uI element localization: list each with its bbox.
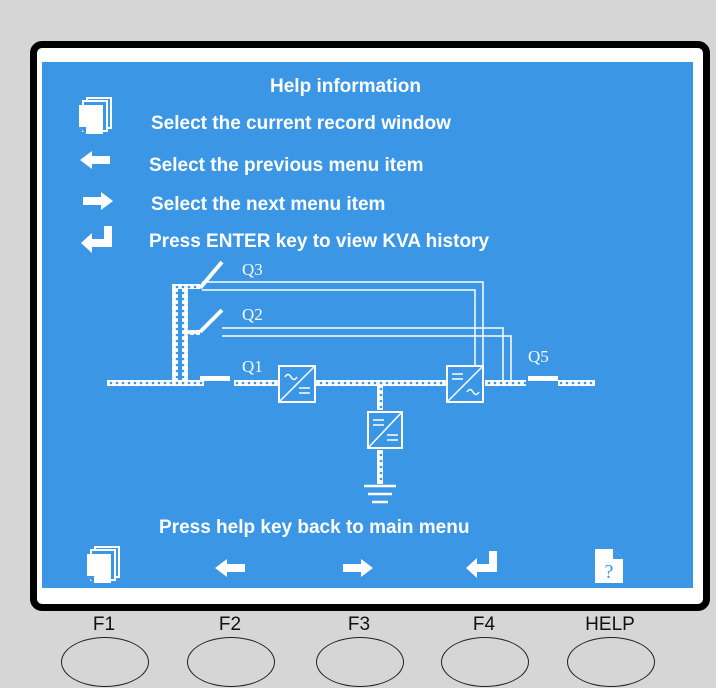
help-key-label: HELP — [585, 614, 635, 635]
q2-label: Q2 — [242, 305, 263, 324]
f3-key-label: F3 — [347, 614, 371, 635]
f4-key-label: F4 — [472, 614, 496, 635]
lcd-screen: Help information Select the current reco… — [42, 62, 693, 588]
f2-key[interactable] — [187, 637, 275, 687]
f1-key-label: F1 — [92, 614, 116, 635]
help-key[interactable] — [567, 637, 655, 687]
f4-key[interactable] — [441, 637, 529, 687]
enter-icon — [466, 551, 497, 578]
record-window-icon — [87, 546, 120, 583]
ups-single-line-diagram: Q3 Q2 Q1 Q5 — [107, 260, 595, 504]
right-arrow-icon — [343, 559, 373, 577]
f1-key[interactable] — [61, 637, 149, 687]
f3-key[interactable] — [316, 637, 404, 687]
f2-key-label: F2 — [218, 614, 242, 635]
q1-label: Q1 — [242, 357, 263, 376]
help-glyph: ? — [605, 561, 614, 583]
q3-label: Q3 — [242, 260, 263, 279]
footer-instruction: Press help key back to main menu — [159, 517, 470, 538]
left-arrow-icon — [215, 559, 245, 577]
help-page-icon: ? — [595, 549, 623, 583]
q5-label: Q5 — [528, 347, 549, 366]
